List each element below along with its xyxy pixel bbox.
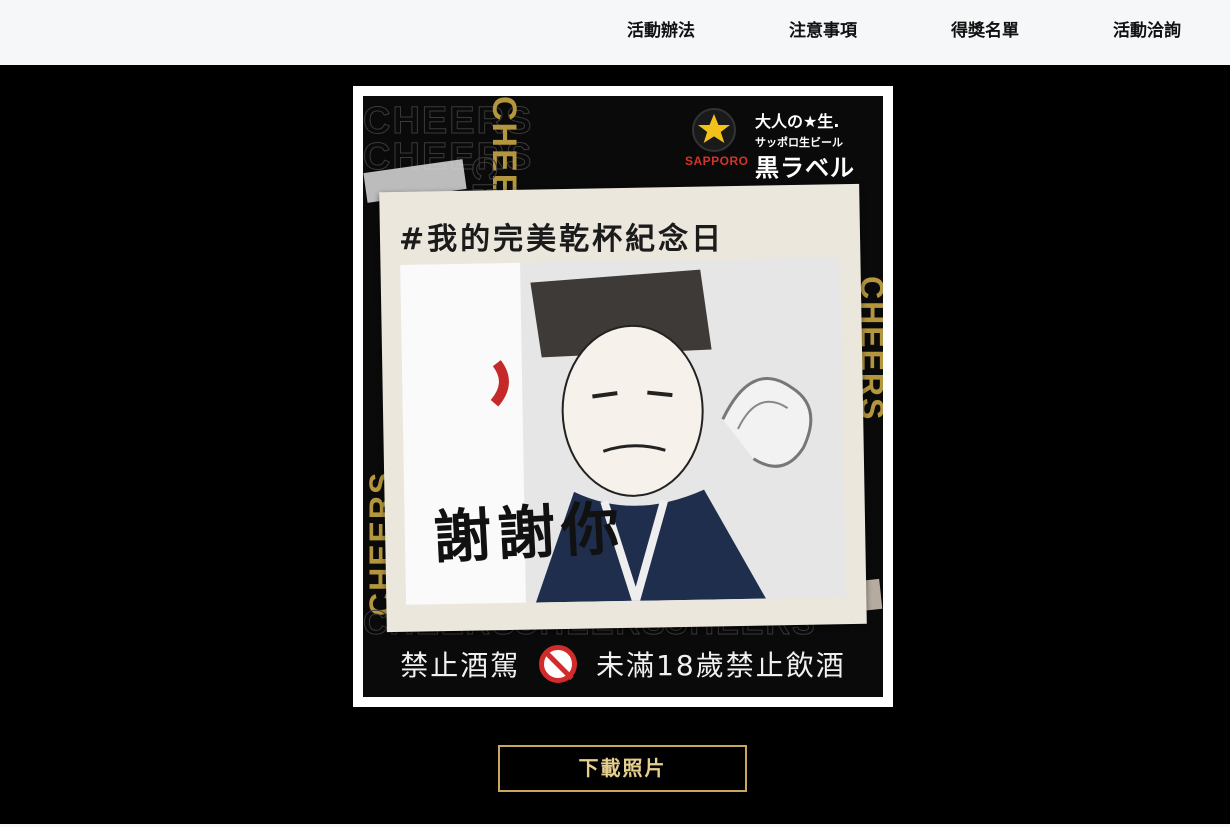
illustration-caption: 謝謝你 [431, 494, 627, 572]
sapporo-badge: SAPPORO [685, 108, 749, 168]
nav-item-event-rules[interactable]: 活動辦法 [627, 18, 695, 44]
nav-item-winners-list[interactable]: 得獎名單 [951, 18, 1019, 44]
drinking-warning: 禁止酒駕 未滿18歲禁止飲酒 [363, 644, 883, 684]
campaign-hashtag: #我的完美乾杯紀念日 [399, 222, 725, 257]
brand-name: SAPPORO [685, 154, 749, 168]
poster-image: CHEERS CHEERS CHEERS CHEERS CHEERS CHEER… [363, 96, 883, 697]
tagline-line-3: 黒ラベル [755, 154, 855, 182]
top-navigation: 活動辦法 注意事項 得獎名單 活動洽詢 [0, 0, 1230, 65]
nav-item-event-inquiry[interactable]: 活動洽詢 [1113, 18, 1181, 44]
download-photo-button[interactable]: 下載照片 [498, 745, 747, 792]
tagline-line-1: 大人の★生. [755, 112, 840, 131]
no-drinking-icon [539, 645, 578, 683]
warning-no-drunk-driving: 禁止酒駕 [400, 649, 521, 682]
warning-age-limit: 未滿18歲禁止飲酒 [596, 649, 846, 682]
sapporo-logo: SAPPORO 大人の★生. サッポロ生ビール 黒ラベル [685, 108, 875, 182]
brand-tagline: 大人の★生. サッポロ生ビール 黒ラベル [755, 108, 855, 183]
nav-item-notices[interactable]: 注意事項 [789, 18, 857, 44]
poster-card: CHEERS CHEERS CHEERS CHEERS CHEERS CHEER… [353, 86, 893, 707]
star-icon [692, 108, 736, 152]
